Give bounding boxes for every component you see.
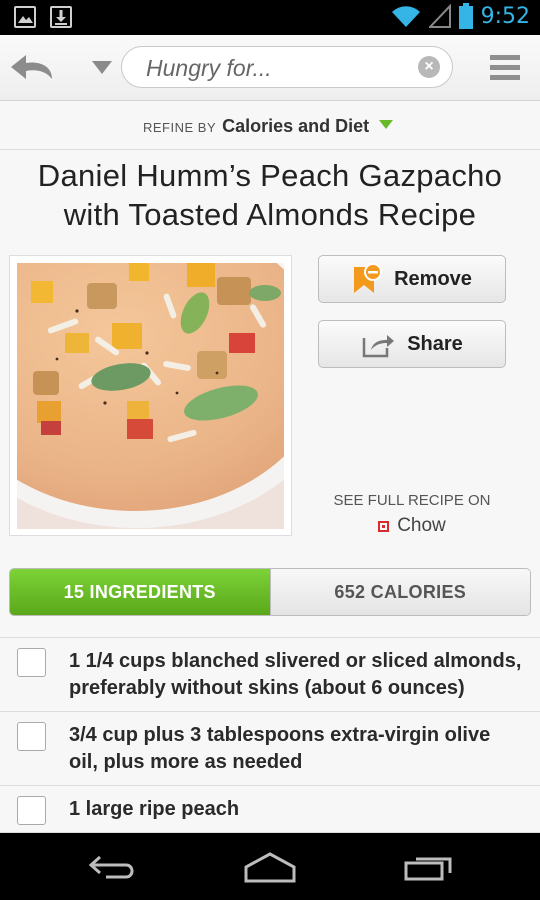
chow-logo-icon [378,520,390,532]
nav-home-icon[interactable] [243,851,297,883]
wifi-icon [391,6,420,27]
dropdown-icon[interactable] [92,61,112,74]
ingredient-checkbox[interactable] [17,796,46,825]
search-input[interactable] [144,53,408,83]
download-icon [50,6,72,28]
tab-calories[interactable]: 652 CALORIES [270,569,530,615]
recipe-photo-frame [9,255,292,536]
ingredient-text: 1 1/4 cups blanched slivered or sliced a… [69,650,522,699]
chevron-down-icon[interactable] [379,120,394,129]
source-name[interactable]: Chow [397,515,446,537]
recipe-photo[interactable] [17,263,284,529]
ingredient-text: 3/4 cup plus 3 tablespoons extra-virgin … [69,724,491,773]
ingredient-checkbox[interactable] [17,722,46,751]
ingredient-item[interactable]: 3/4 cup plus 3 tablespoons extra-virgin … [0,712,540,786]
remove-label: Remove [394,267,472,290]
refine-value[interactable]: Calories and Diet [222,116,369,137]
share-icon [362,335,395,358]
ingredient-checkbox[interactable] [17,648,46,677]
ingredient-item[interactable]: 1 1/4 cups blanched slivered or sliced a… [0,638,540,712]
back-arrow-icon[interactable] [8,51,56,83]
share-label: Share [407,332,463,355]
battery-icon [458,3,473,29]
recipe-source-link[interactable]: Chow [318,515,506,537]
refine-bar[interactable]: REFINE BY Calories and Diet [0,101,540,150]
recipe-tabs: 15 INGREDIENTS 652 CALORIES [9,568,531,616]
share-button[interactable]: Share [318,320,506,368]
search-field[interactable]: × [121,46,453,88]
ingredient-item[interactable]: 1 large ripe peach [0,786,540,833]
nav-recent-apps-icon[interactable] [404,853,454,881]
see-full-recipe-label: SEE FULL RECIPE ON [333,492,491,509]
image-icon [14,6,36,28]
clear-icon[interactable]: × [418,56,440,78]
tab-ingredients[interactable]: 15 INGREDIENTS [10,569,271,615]
status-time: 9:52 [480,3,530,29]
menu-icon[interactable] [490,55,520,81]
ingredient-list: 1 1/4 cups blanched slivered or sliced a… [0,637,540,834]
system-nav-bar [0,833,540,900]
signal-icon [428,4,451,28]
ingredient-text: 1 large ripe peach [69,798,240,820]
app-bar: × [0,35,540,101]
recipe-title: Daniel Humm’s Peach Gazpacho with Toaste… [37,158,503,232]
nav-back-icon[interactable] [88,853,138,881]
bookmark-icon [354,263,383,293]
refine-prefix: REFINE BY [143,120,217,135]
status-bar: 9:52 [0,0,540,35]
remove-button[interactable]: Remove [318,255,506,303]
